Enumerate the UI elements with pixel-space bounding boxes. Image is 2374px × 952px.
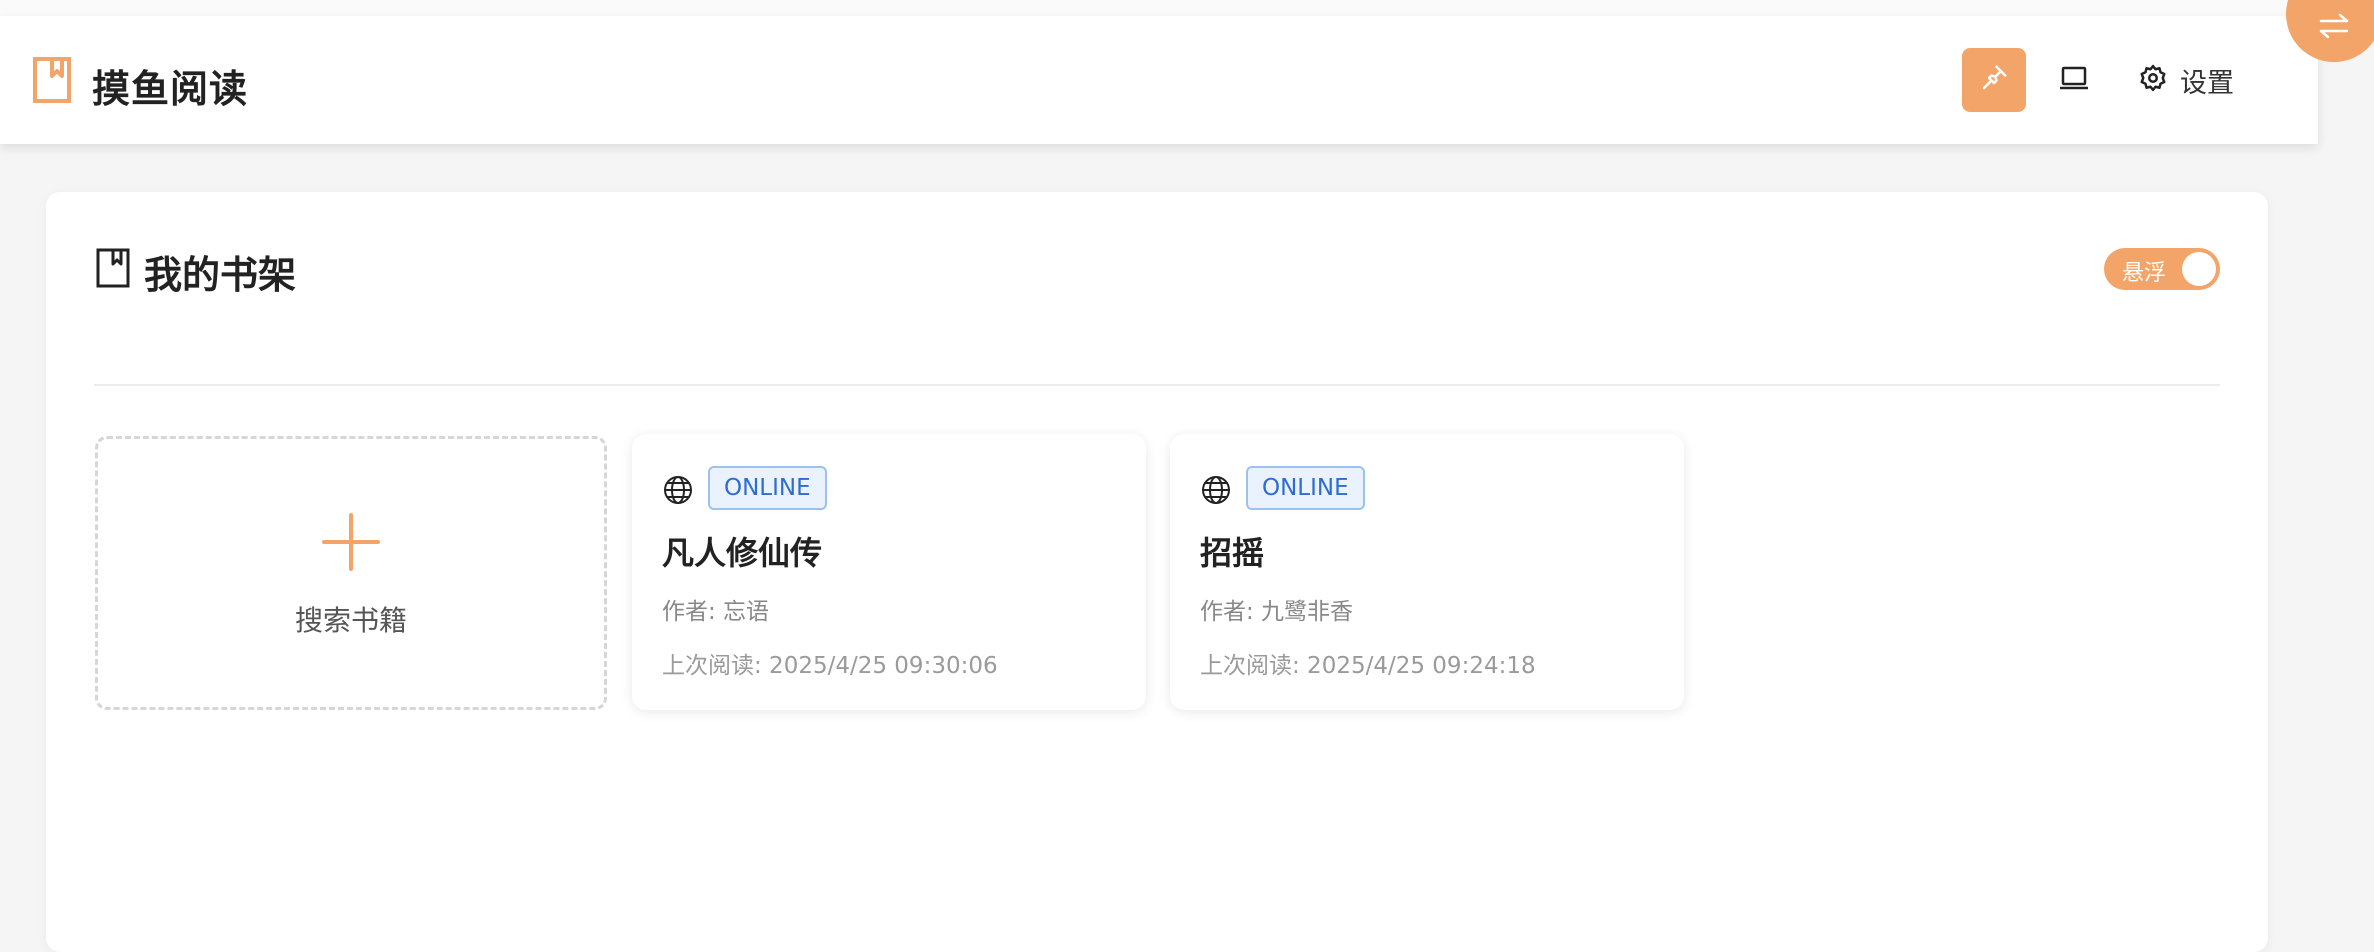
laptop-button[interactable] xyxy=(2042,48,2106,112)
gear-icon xyxy=(2138,63,2168,97)
bookshelf-title: 我的书架 xyxy=(144,253,297,297)
globe-icon xyxy=(1200,474,1232,506)
float-toggle-label: 悬浮 xyxy=(2122,261,2167,286)
bookshelf-panel: 我的书架 悬浮 搜索书籍 ONLINE 凡人修仙传 作者: 忘语 上次阅读: 2… xyxy=(46,192,2268,952)
book-card[interactable]: ONLINE 招摇 作者: 九鹭非香 上次阅读: 2025/4/25 09:24… xyxy=(1170,434,1684,710)
book-title: 凡人修仙传 xyxy=(662,534,823,572)
globe-icon xyxy=(662,474,694,506)
top-strip xyxy=(0,0,2374,16)
book-icon xyxy=(96,248,130,288)
app-title: 摸鱼阅读 xyxy=(92,67,249,111)
float-toggle[interactable]: 悬浮 xyxy=(2104,248,2220,290)
last-read-time: 上次阅读: 2025/4/25 09:30:06 xyxy=(662,653,998,679)
book-author: 作者: 九鹭非香 xyxy=(1200,599,1354,625)
bookmark-book-icon xyxy=(32,56,72,104)
settings-label: 设置 xyxy=(2180,67,2234,99)
source-badge: ONLINE xyxy=(708,466,827,510)
pin-button[interactable] xyxy=(1962,48,2026,112)
source-badge: ONLINE xyxy=(1246,466,1365,510)
last-read-time: 上次阅读: 2025/4/25 09:24:18 xyxy=(1200,653,1536,679)
swap-arrows-icon xyxy=(2317,12,2351,44)
search-books-card[interactable]: 搜索书籍 xyxy=(95,436,607,710)
laptop-icon xyxy=(2058,64,2090,96)
settings-button[interactable]: 设置 xyxy=(2138,48,2268,112)
toggle-knob xyxy=(2182,252,2216,286)
pin-icon xyxy=(1979,63,2009,97)
book-card[interactable]: ONLINE 凡人修仙传 作者: 忘语 上次阅读: 2025/4/25 09:3… xyxy=(632,434,1146,710)
divider xyxy=(94,384,2220,386)
plus-icon xyxy=(322,513,380,571)
book-author: 作者: 忘语 xyxy=(662,599,770,625)
book-title: 招摇 xyxy=(1200,534,1265,572)
search-books-label: 搜索书籍 xyxy=(294,604,407,637)
app-header: 摸鱼阅读 设置 xyxy=(0,16,2318,144)
